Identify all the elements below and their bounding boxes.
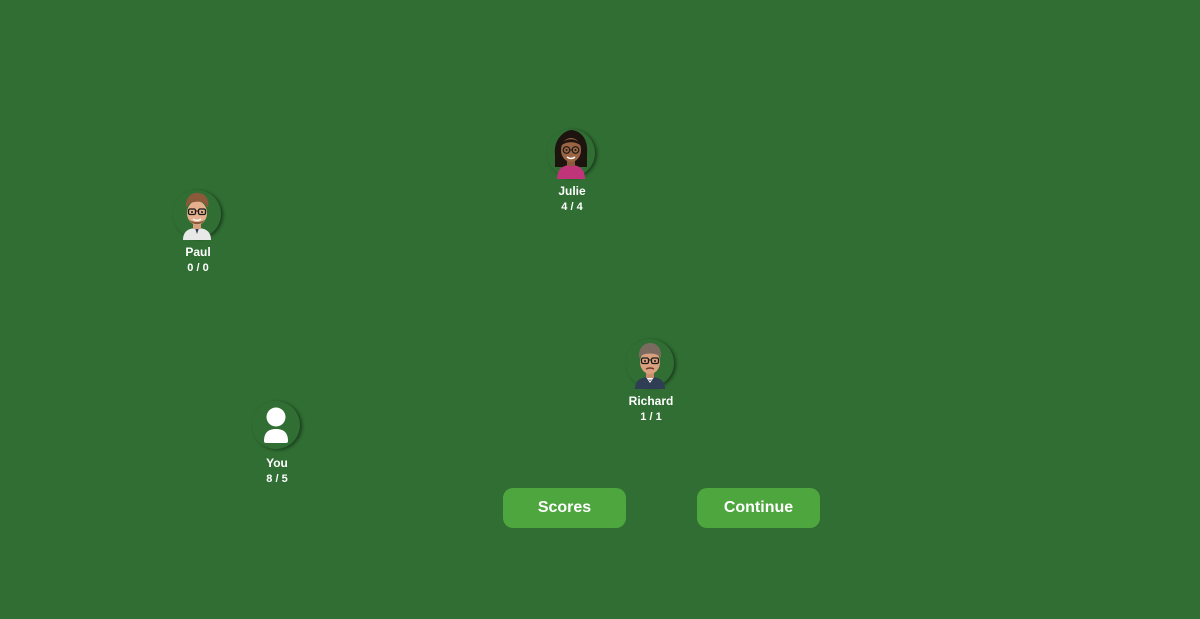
you-avatar [252,401,302,451]
user-silhouette-icon [264,407,288,443]
player-name: You [266,456,288,470]
player-score: 4 / 4 [561,201,583,213]
richard-avatar [626,339,676,389]
player-score: 1 / 1 [640,411,662,423]
player-score: 0 / 0 [187,262,209,274]
player-julie: Julie 4 / 4 [512,129,632,214]
player-name: Paul [185,245,211,259]
man-glasses-avatar-icon [183,192,211,240]
julie-avatar [547,129,597,179]
player-paul: Paul 0 / 0 [138,190,258,275]
scores-button[interactable]: Scores [503,488,626,528]
game-table: Julie 4 / 4 Paul 0 / 0 Richard 1 / 1 You… [0,0,1200,619]
player-you: You 8 / 5 [217,401,337,486]
player-richard: Richard 1 / 1 [591,339,711,424]
player-score: 8 / 5 [266,473,288,485]
continue-button[interactable]: Continue [697,488,820,528]
woman-avatar-icon [554,130,588,179]
paul-avatar [173,190,223,240]
player-name: Richard [628,394,674,408]
player-name: Julie [558,184,586,198]
older-man-avatar-icon [635,343,665,389]
